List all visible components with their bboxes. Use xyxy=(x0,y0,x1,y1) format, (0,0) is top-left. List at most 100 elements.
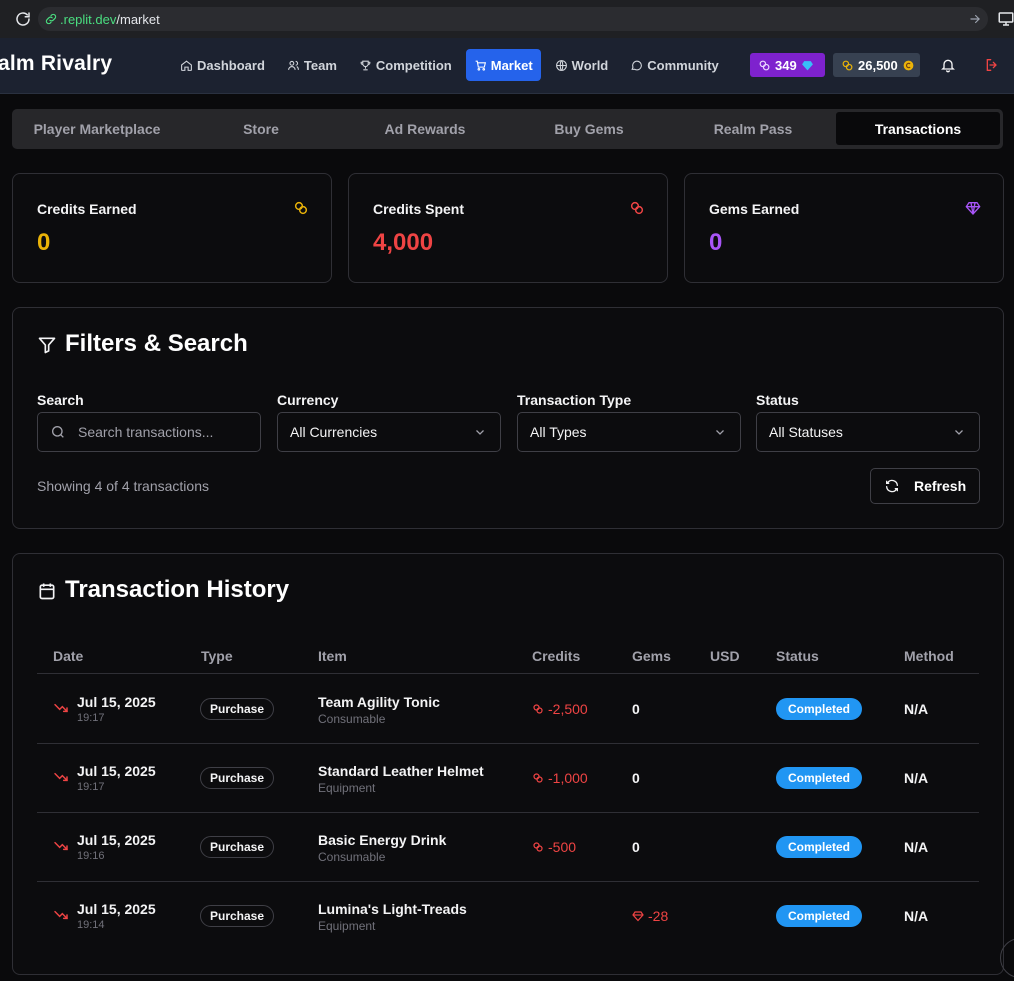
nav-label: Community xyxy=(647,57,719,73)
gems-amount: 0 xyxy=(632,839,640,855)
column-item[interactable]: Item xyxy=(318,648,347,664)
column-credits[interactable]: Credits xyxy=(532,648,580,664)
type-badge: Purchase xyxy=(200,698,275,720)
trophy-icon xyxy=(360,60,371,70)
trending-down-icon xyxy=(54,910,68,920)
table-header: Date Type Item Credits Gems USD Status M… xyxy=(37,634,979,674)
gems-balance[interactable]: 349 xyxy=(750,53,825,77)
method-value: N/A xyxy=(904,701,929,717)
gems-balance-value: 349 xyxy=(775,57,797,73)
row-date: Jul 15, 2025 xyxy=(77,832,156,848)
monitor-icon[interactable] xyxy=(997,10,1014,28)
results-count: Showing 4 of 4 transactions xyxy=(37,478,209,494)
item-category: Equipment xyxy=(318,781,376,795)
column-status[interactable]: Status xyxy=(776,648,819,664)
arrow-right-icon[interactable] xyxy=(968,12,982,26)
history-card: Transaction History Date Type Item Credi… xyxy=(12,553,1004,975)
nav-team[interactable]: Team xyxy=(279,49,345,81)
nav-label: Team xyxy=(303,57,337,73)
reload-icon[interactable] xyxy=(14,10,32,28)
gem-icon xyxy=(632,911,644,922)
credits-balance-value: 26,500 xyxy=(858,57,898,73)
trending-down-icon xyxy=(54,841,68,851)
column-usd[interactable]: USD xyxy=(710,648,740,664)
item-name: Basic Energy Drink xyxy=(318,832,447,848)
refresh-icon xyxy=(886,479,898,493)
refresh-button[interactable]: Refresh xyxy=(870,468,980,504)
status-select[interactable]: All Statuses xyxy=(756,412,980,452)
stat-card-gems-earned: Gems Earned 0 xyxy=(684,173,1004,283)
nav-competition[interactable]: Competition xyxy=(351,49,460,81)
tab-transactions[interactable]: Transactions xyxy=(836,112,1000,145)
row-time: 19:14 xyxy=(77,919,105,931)
nav-label: Dashboard xyxy=(197,57,265,73)
column-date[interactable]: Date xyxy=(53,648,83,664)
column-gems[interactable]: Gems xyxy=(632,648,671,664)
row-date: Jul 15, 2025 xyxy=(77,763,156,779)
chevron-down-icon xyxy=(476,430,484,435)
tab-ad-rewards[interactable]: Ad Rewards xyxy=(343,112,507,145)
table-row[interactable]: Jul 15, 2025 19:16 Purchase Basic Energy… xyxy=(37,813,979,882)
market-tabs: Player Marketplace Store Ad Rewards Buy … xyxy=(12,109,1003,149)
column-type[interactable]: Type xyxy=(201,648,233,664)
search-label: Search xyxy=(37,392,84,408)
status-badge: Completed xyxy=(776,698,862,720)
home-icon xyxy=(181,59,192,71)
stat-label: Gems Earned xyxy=(709,201,800,217)
tab-store[interactable]: Store xyxy=(179,112,343,145)
transaction-type-label: Transaction Type xyxy=(517,392,632,408)
gems-amount: -28 xyxy=(632,908,668,924)
nav-community[interactable]: Community xyxy=(622,49,727,81)
cart-icon xyxy=(475,60,486,71)
tab-realm-pass[interactable]: Realm Pass xyxy=(671,112,835,145)
address-bar[interactable]: .replit.dev/market xyxy=(38,7,988,31)
stat-card-credits-spent: Credits Spent 4,000 xyxy=(348,173,668,283)
table-row[interactable]: Jul 15, 2025 19:17 Purchase Standard Lea… xyxy=(37,744,979,813)
method-value: N/A xyxy=(904,770,929,786)
tab-player-marketplace[interactable]: Player Marketplace xyxy=(15,112,179,145)
status-label: Status xyxy=(756,392,799,408)
credits-value: -500 xyxy=(548,839,577,855)
status-badge: Completed xyxy=(776,767,862,789)
users-icon xyxy=(287,60,299,70)
gem-icon xyxy=(801,60,813,70)
coins-icon xyxy=(533,842,543,852)
type-badge: Purchase xyxy=(200,836,275,858)
currency-select[interactable]: All Currencies xyxy=(277,412,501,452)
nav-label: Market xyxy=(490,57,533,73)
column-method[interactable]: Method xyxy=(904,648,954,664)
nav-dashboard[interactable]: Dashboard xyxy=(172,49,273,81)
refresh-label: Refresh xyxy=(914,478,967,494)
filters-title: Filters & Search xyxy=(65,330,248,357)
table-row[interactable]: Jul 15, 2025 19:14 Purchase Lumina's Lig… xyxy=(37,882,979,951)
method-value: N/A xyxy=(904,908,929,924)
link-icon xyxy=(45,13,57,25)
table-row[interactable]: Jul 15, 2025 19:17 Purchase Team Agility… xyxy=(37,675,979,744)
gems-value: -28 xyxy=(648,908,669,924)
chevron-down-icon xyxy=(955,430,963,435)
status-value: All Statuses xyxy=(769,424,843,440)
row-date: Jul 15, 2025 xyxy=(77,694,156,710)
gem-icon xyxy=(965,202,981,215)
tab-buy-gems[interactable]: Buy Gems xyxy=(507,112,671,145)
item-category: Equipment xyxy=(318,919,376,933)
status-badge: Completed xyxy=(776,905,862,927)
nav-market[interactable]: Market xyxy=(465,49,541,81)
credits-balance[interactable]: 26,500 xyxy=(833,53,920,77)
currency-value: All Currencies xyxy=(290,424,378,440)
chat-icon xyxy=(631,60,643,70)
item-category: Consumable xyxy=(318,712,386,726)
gems-amount: 0 xyxy=(632,770,640,786)
bell-icon[interactable] xyxy=(940,57,956,73)
nav-world[interactable]: World xyxy=(547,49,617,81)
transaction-type-value: All Types xyxy=(530,424,587,440)
app-header: alm Rivalry Dashboard Team Competition M… xyxy=(0,38,1014,94)
search-icon xyxy=(52,426,64,438)
search-input[interactable]: Search transactions... xyxy=(37,412,261,452)
row-time: 19:17 xyxy=(77,781,105,793)
credit-coin-icon xyxy=(903,60,914,70)
item-name: Team Agility Tonic xyxy=(318,694,440,710)
logout-icon[interactable] xyxy=(984,57,1000,73)
transaction-type-select[interactable]: All Types xyxy=(517,412,741,452)
brand-title[interactable]: alm Rivalry xyxy=(0,52,112,76)
